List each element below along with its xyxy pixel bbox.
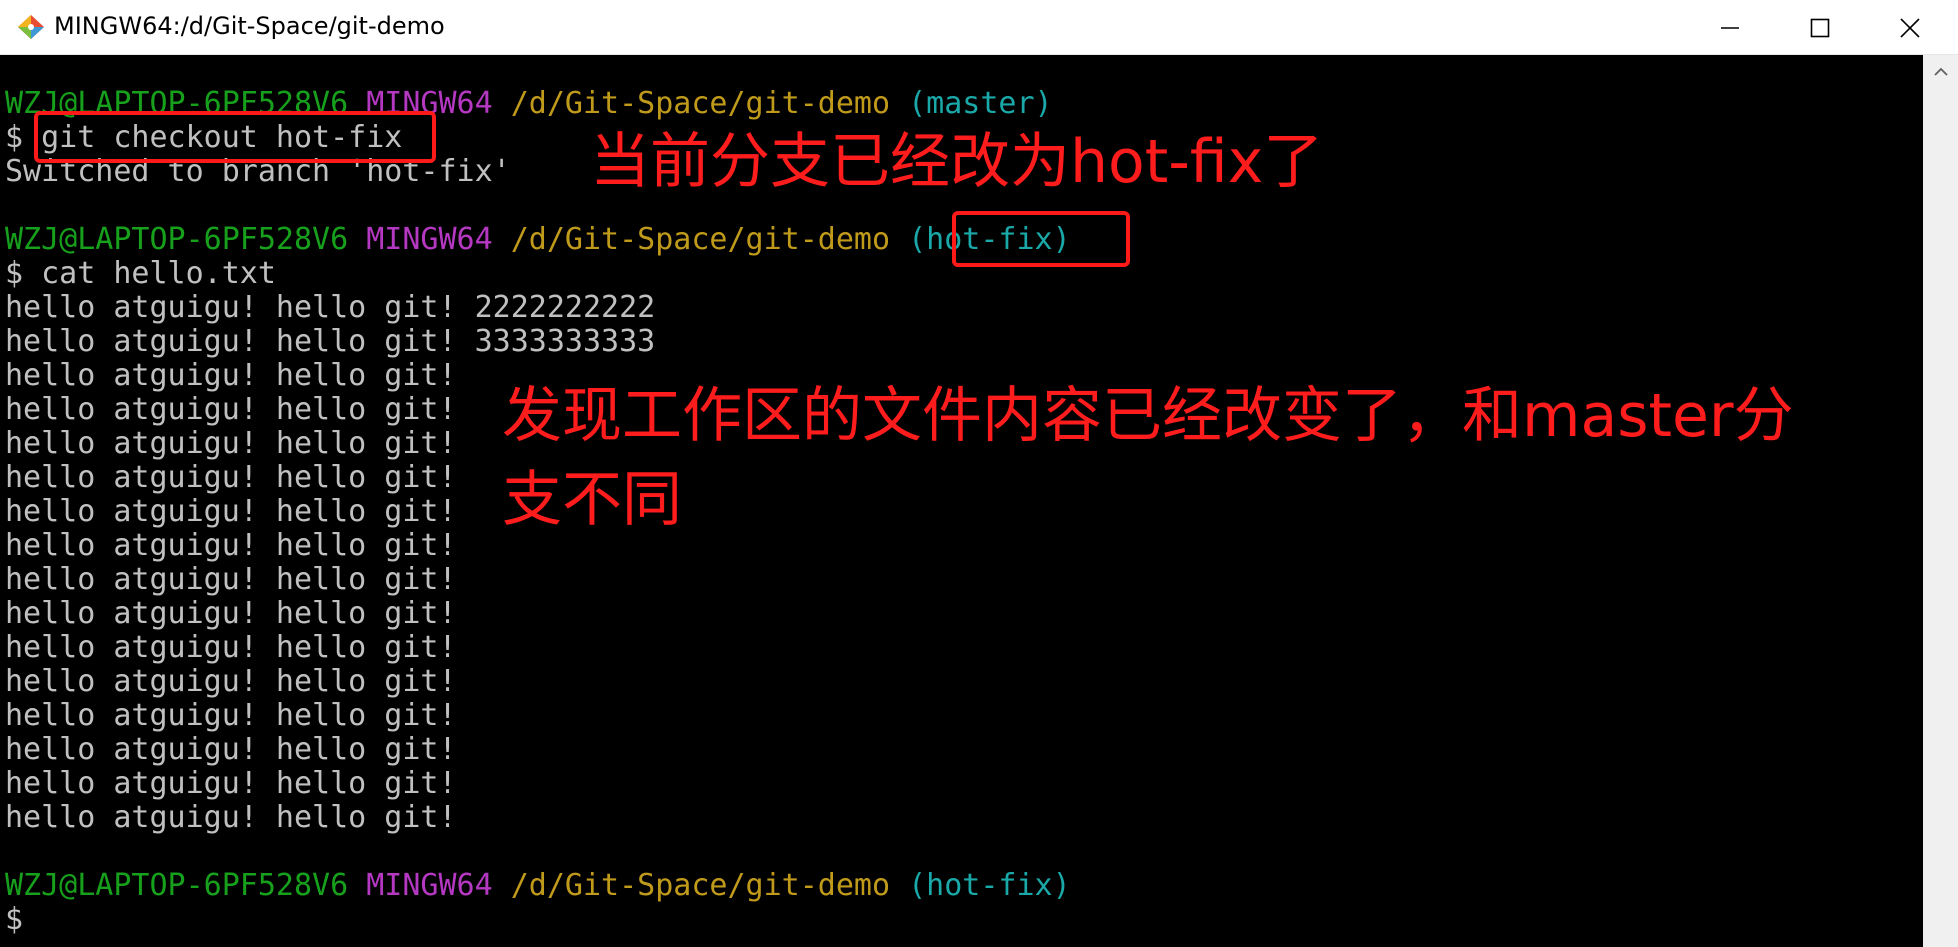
highlight-box-command <box>34 111 436 163</box>
maximize-button[interactable] <box>1775 0 1865 55</box>
minimize-icon <box>1720 18 1740 38</box>
annotation-note-2-cont: 支不同 <box>502 465 682 535</box>
prompt-branch: (hot-fix) <box>908 868 1071 903</box>
close-button[interactable] <box>1865 0 1955 55</box>
annotation-note-2: 发现工作区的文件内容已经改变了，和master分 <box>502 381 1794 451</box>
prompt-user: WZJ@LAPTOP-6PF528V6 <box>5 868 349 903</box>
scroll-up-button[interactable] <box>1923 55 1958 91</box>
scrollbar-thumb[interactable] <box>1933 95 1948 940</box>
window-title: MINGW64:/d/Git-Space/git-demo <box>54 12 445 40</box>
file-line: hello atguigu! hello git! 3333333333 <box>5 324 656 359</box>
file-line: hello atguigu! hello git! <box>5 698 457 733</box>
file-line: hello atguigu! hello git! <box>5 596 457 631</box>
title-bar[interactable]: MINGW64:/d/Git-Space/git-demo <box>0 0 1958 55</box>
prompt-path: /d/Git-Space/git-demo <box>510 868 891 903</box>
close-icon <box>1900 17 1920 38</box>
command-line: $ <box>5 902 24 937</box>
file-line: hello atguigu! hello git! <box>5 426 457 461</box>
terminal-window: MINGW64:/d/Git-Space/git-demo WZJ@LAPTOP… <box>0 0 1958 947</box>
command-line: $ cat hello.txt <box>5 256 276 291</box>
prompt-user: WZJ@LAPTOP-6PF528V6 <box>5 222 349 257</box>
prompt-path: /d/Git-Space/git-demo <box>510 222 891 257</box>
file-line: hello atguigu! hello git! 2222222222 <box>5 290 656 325</box>
chevron-up-icon <box>1933 64 1948 82</box>
prompt-path: /d/Git-Space/git-demo <box>510 86 891 121</box>
prompt-line: WZJ@LAPTOP-6PF528V6 MINGW64 /d/Git-Space… <box>5 869 1071 903</box>
prompt-msys: MINGW64 <box>366 222 493 257</box>
highlight-box-branch <box>952 211 1130 267</box>
file-line: hello atguigu! hello git! <box>5 800 457 835</box>
file-line: hello atguigu! hello git! <box>5 494 457 529</box>
prompt-line: WZJ@LAPTOP-6PF528V6 MINGW64 /d/Git-Space… <box>5 223 1071 257</box>
prompt-msys: MINGW64 <box>366 868 493 903</box>
file-line: hello atguigu! hello git! <box>5 562 457 597</box>
file-line: hello atguigu! hello git! <box>5 358 457 393</box>
file-line: hello atguigu! hello git! <box>5 664 457 699</box>
file-line: hello atguigu! hello git! <box>5 460 457 495</box>
file-line: hello atguigu! hello git! <box>5 392 457 427</box>
git-diamond-icon <box>16 14 46 40</box>
vertical-scrollbar[interactable] <box>1923 55 1958 947</box>
annotation-note-1: 当前分支已经改为hot-fix了 <box>590 127 1324 197</box>
file-line: hello atguigu! hello git! <box>5 630 457 665</box>
terminal-output[interactable]: WZJ@LAPTOP-6PF528V6 MINGW64 /d/Git-Space… <box>0 55 1923 947</box>
file-line: hello atguigu! hello git! <box>5 732 457 767</box>
file-line: hello atguigu! hello git! <box>5 528 457 563</box>
minimize-button[interactable] <box>1685 0 1775 55</box>
maximize-icon <box>1810 18 1830 38</box>
file-line: hello atguigu! hello git! <box>5 766 457 801</box>
prompt-branch: (master) <box>908 86 1053 121</box>
